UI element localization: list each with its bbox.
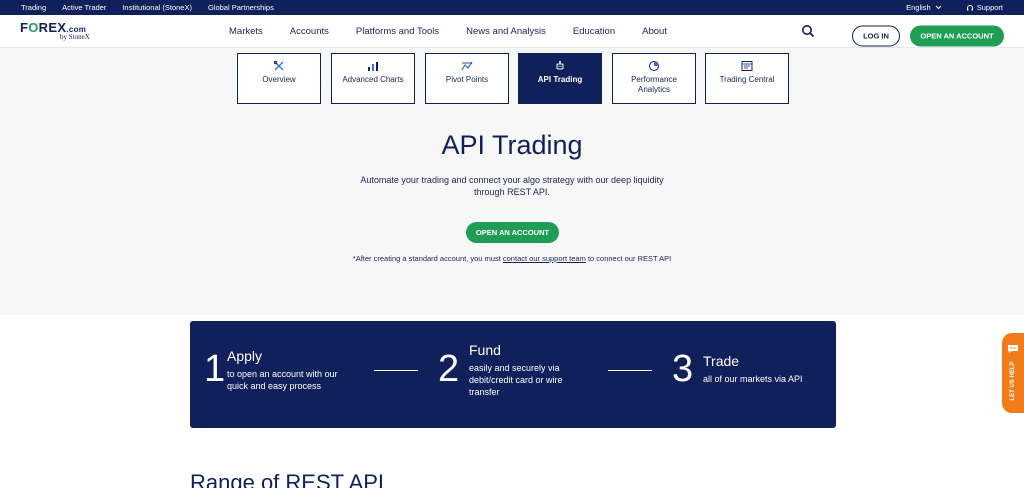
section-heading-range: Range of REST API [190, 470, 385, 488]
hero-section: Overview Advanced Charts Pivot Points AP… [0, 48, 1024, 315]
step-connector [608, 370, 652, 371]
step-description: easily and securely via debit/credit car… [469, 362, 563, 398]
step-number: 1 [204, 348, 226, 390]
step-desc-line: debit/credit card or wire [469, 375, 563, 386]
nav-item-platforms[interactable]: Platforms and Tools [356, 26, 439, 37]
top-link-trading[interactable]: Trading [21, 3, 46, 12]
tile-pivot-points[interactable]: Pivot Points [425, 53, 509, 104]
step-title: Fund [469, 342, 501, 358]
tile-label-line1: Performance [631, 75, 677, 84]
tile-label: API Trading [537, 75, 583, 84]
analytics-icon [649, 61, 659, 71]
hero-subtitle: Automate your trading and connect your a… [0, 174, 1024, 198]
nav-item-news[interactable]: News and Analysis [466, 26, 546, 37]
chart-icon [368, 62, 378, 71]
step-description: to open an account with our quick and ea… [227, 368, 338, 392]
hero-subtitle-line1: Automate your trading and connect your a… [360, 175, 664, 185]
step-desc-line: to open an account with our [227, 369, 338, 379]
forex-logo[interactable]: FOREX.com by StoneX [20, 21, 110, 41]
chat-icon [1008, 345, 1018, 353]
tools-icon [273, 60, 284, 71]
tile-trading-central[interactable]: Trading Central [705, 53, 789, 104]
top-link-global-partnerships[interactable]: Global Partnerships [208, 3, 274, 12]
step-connector [374, 370, 418, 371]
tile-performance-analytics[interactable]: Performance Analytics [612, 53, 696, 104]
open-account-button-header[interactable]: OPEN AN ACCOUNT [910, 25, 1004, 47]
search-icon[interactable] [801, 24, 815, 38]
note-after: to connect our REST API [585, 254, 672, 263]
login-button[interactable]: LOG IN [852, 25, 900, 47]
tile-label: Advanced Charts [342, 75, 404, 84]
chevron-down-icon [935, 5, 942, 10]
step-number: 2 [438, 348, 460, 390]
utility-bar: Trading Active Trader Institutional (Sto… [0, 0, 1024, 15]
headset-icon [966, 4, 973, 10]
tile-label: Trading Central [719, 75, 775, 84]
main-nav: FOREX.com by StoneX Markets Accounts Pla… [0, 15, 1024, 48]
nav-item-markets[interactable]: Markets [229, 26, 263, 37]
step-desc-line: easily and securely via [469, 363, 560, 373]
let-us-help-tab[interactable]: LET US HELP [1002, 333, 1024, 413]
nav-item-about[interactable]: About [642, 26, 667, 37]
support-label: Support [976, 3, 1003, 12]
logo-o: O [28, 20, 39, 35]
step-title: Apply [227, 348, 263, 364]
tile-label-line2: Analytics [637, 85, 670, 95]
contact-support-link[interactable]: contact our support team [503, 254, 586, 263]
open-account-button-hero[interactable]: OPEN AN ACCOUNT [466, 222, 559, 243]
support-link[interactable]: Support [966, 3, 1003, 12]
nav-item-education[interactable]: Education [573, 26, 615, 37]
nav-item-accounts[interactable]: Accounts [290, 26, 329, 37]
top-link-institutional[interactable]: Institutional (StoneX) [122, 3, 192, 12]
step-description: all of our markets via API [703, 373, 803, 385]
language-selector[interactable]: English [906, 3, 942, 12]
tile-label: Pivot Points [445, 75, 489, 84]
nav-menu: Markets Accounts Platforms and Tools New… [229, 15, 667, 48]
language-label: English [906, 3, 931, 12]
logo-byline: by StoneX [60, 33, 90, 41]
let-us-help-label: LET US HELP [1010, 361, 1016, 401]
step-number: 3 [672, 348, 694, 390]
page-title: API Trading [441, 130, 583, 160]
step-desc-line: quick and easy process [227, 381, 322, 392]
note-before: *After creating a standard account, you … [352, 254, 503, 263]
step-title: Trade [703, 353, 740, 369]
tile-label: Overview [262, 75, 296, 84]
logo-f: F [20, 20, 29, 35]
steps-banner: 1 Apply to open an account with our quic… [190, 321, 836, 428]
dashboard-icon [741, 61, 753, 71]
top-link-active-trader[interactable]: Active Trader [62, 3, 106, 12]
tile-advanced-charts[interactable]: Advanced Charts [331, 53, 415, 104]
robot-icon [556, 61, 564, 70]
step-desc-line: all of our markets via API [703, 374, 803, 384]
step-desc-line: transfer [469, 387, 500, 398]
tile-api-trading[interactable]: API Trading [518, 53, 602, 104]
pivot-icon [461, 61, 473, 71]
hero-subtitle-line2: through REST API. [474, 187, 550, 198]
support-note: *After creating a standard account, you … [0, 254, 1024, 263]
tile-overview[interactable]: Overview [237, 53, 321, 104]
